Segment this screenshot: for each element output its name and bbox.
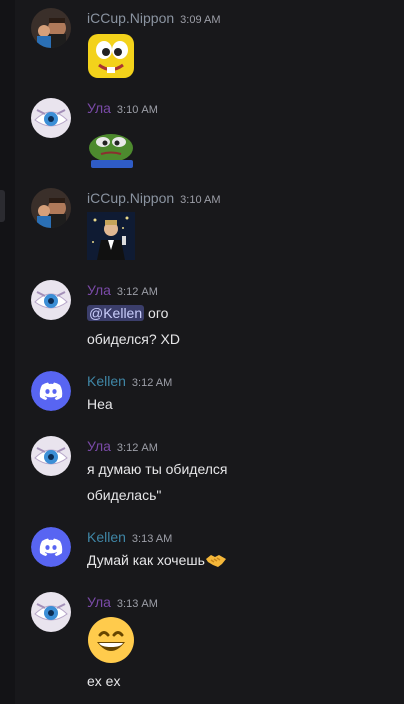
avatar-kellen[interactable]: [31, 371, 71, 411]
avatar-ula[interactable]: [31, 98, 71, 138]
timestamp: 3:12 AM: [116, 442, 158, 454]
user-mention[interactable]: @Kellen: [87, 305, 145, 321]
timestamp: 3:09 AM: [180, 14, 221, 26]
message-text: ex ex: [87, 673, 121, 689]
message-text: я думаю ты обиделся: [87, 461, 228, 477]
pepe-frog-emoji[interactable]: [87, 122, 135, 170]
avatar-ula[interactable]: [31, 592, 71, 632]
chat-log: iCCup.Nippon 3:09 AM Ула 3:10 AM iCCup.N…: [15, 0, 404, 704]
handshake-emoji[interactable]: [205, 551, 227, 577]
message-text-part: Думай как хочешь: [87, 552, 205, 568]
avatar-ula[interactable]: [31, 436, 71, 476]
yellow-cartoon-face-emoji[interactable]: [87, 32, 135, 80]
timestamp: 3:12 AM: [116, 286, 158, 298]
timestamp: 3:12 AM: [131, 377, 173, 389]
username[interactable]: iCCup.Nippon: [87, 10, 174, 26]
timestamp: 3:10 AM: [116, 104, 158, 116]
avatar-ula[interactable]: [31, 280, 71, 320]
grinning-face-emoji[interactable]: [87, 616, 135, 664]
avatar-nippon[interactable]: [31, 8, 71, 48]
left-gutter: [0, 0, 15, 704]
username[interactable]: Ула: [87, 282, 111, 298]
message-text: Неа: [87, 396, 113, 412]
message-text: Думай как хочешь: [87, 547, 391, 577]
leonardo-toast-emoji[interactable]: [87, 212, 135, 260]
avatar-kellen[interactable]: [31, 527, 71, 567]
timestamp: 3:13 AM: [131, 533, 173, 545]
message-text: @Kellen ого: [87, 300, 391, 326]
username[interactable]: Ула: [87, 594, 111, 610]
username[interactable]: Kellen: [87, 373, 126, 389]
timestamp: 3:10 AM: [180, 194, 221, 206]
avatar-nippon[interactable]: [31, 188, 71, 228]
message-text: обиделась": [87, 487, 162, 503]
gutter-handle[interactable]: [0, 190, 5, 222]
timestamp: 3:13 AM: [116, 598, 158, 610]
message-text: обиделся? XD: [87, 331, 180, 347]
username[interactable]: Ула: [87, 100, 111, 116]
username[interactable]: Ула: [87, 438, 111, 454]
message-text-part: ого: [144, 305, 169, 321]
username[interactable]: iCCup.Nippon: [87, 190, 174, 206]
username[interactable]: Kellen: [87, 529, 126, 545]
